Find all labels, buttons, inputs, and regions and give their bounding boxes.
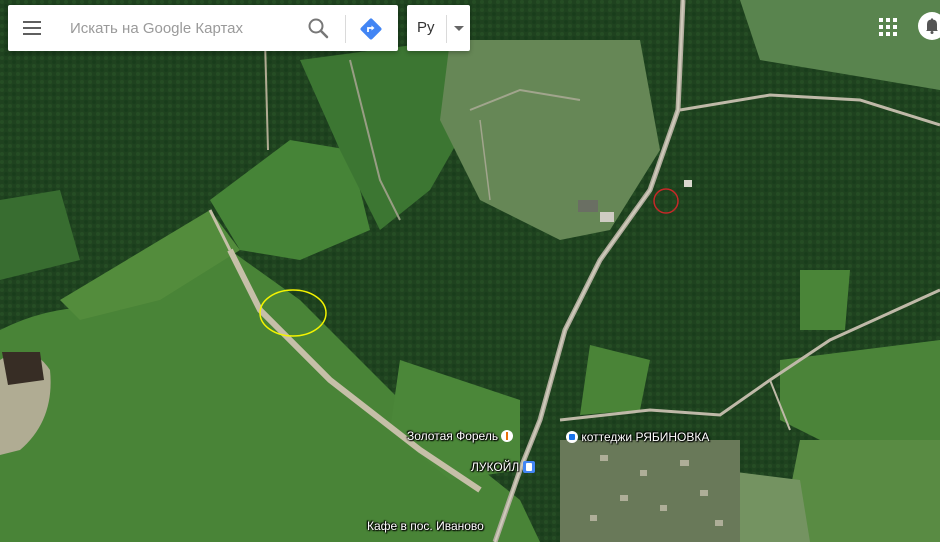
notifications-icon[interactable] xyxy=(918,12,940,40)
poi-kafe-ivanovo[interactable]: Кафе в пос. Иваново xyxy=(367,519,484,533)
language-selector[interactable]: Ру xyxy=(407,5,470,51)
search-input[interactable] xyxy=(70,16,300,40)
directions-icon[interactable] xyxy=(358,16,384,42)
search-box xyxy=(8,5,398,51)
search-icon[interactable] xyxy=(306,16,330,40)
poi-label: Кафе в пос. Иваново xyxy=(367,519,484,533)
apps-grid-icon[interactable] xyxy=(879,18,897,36)
poi-label: Золотая Форель xyxy=(407,429,499,443)
chevron-down-icon[interactable] xyxy=(454,26,464,31)
hotel-icon xyxy=(566,431,578,443)
menu-icon[interactable] xyxy=(20,16,44,40)
satellite-map[interactable] xyxy=(0,0,940,542)
poi-kottedzhi-ryabinovka[interactable]: коттеджи РЯБИНОВКА xyxy=(566,430,709,444)
language-divider xyxy=(446,15,447,43)
poi-lukoil[interactable]: ЛУКОЙЛ xyxy=(471,460,535,474)
gas-station-icon xyxy=(522,461,535,473)
search-divider xyxy=(345,15,346,43)
poi-zolotaya-forel[interactable]: Золотая Форель xyxy=(407,429,514,443)
language-label: Ру xyxy=(417,19,435,36)
poi-label: коттеджи РЯБИНОВКА xyxy=(581,430,710,444)
restaurant-icon xyxy=(501,430,514,442)
poi-label: ЛУКОЙЛ xyxy=(471,460,520,474)
